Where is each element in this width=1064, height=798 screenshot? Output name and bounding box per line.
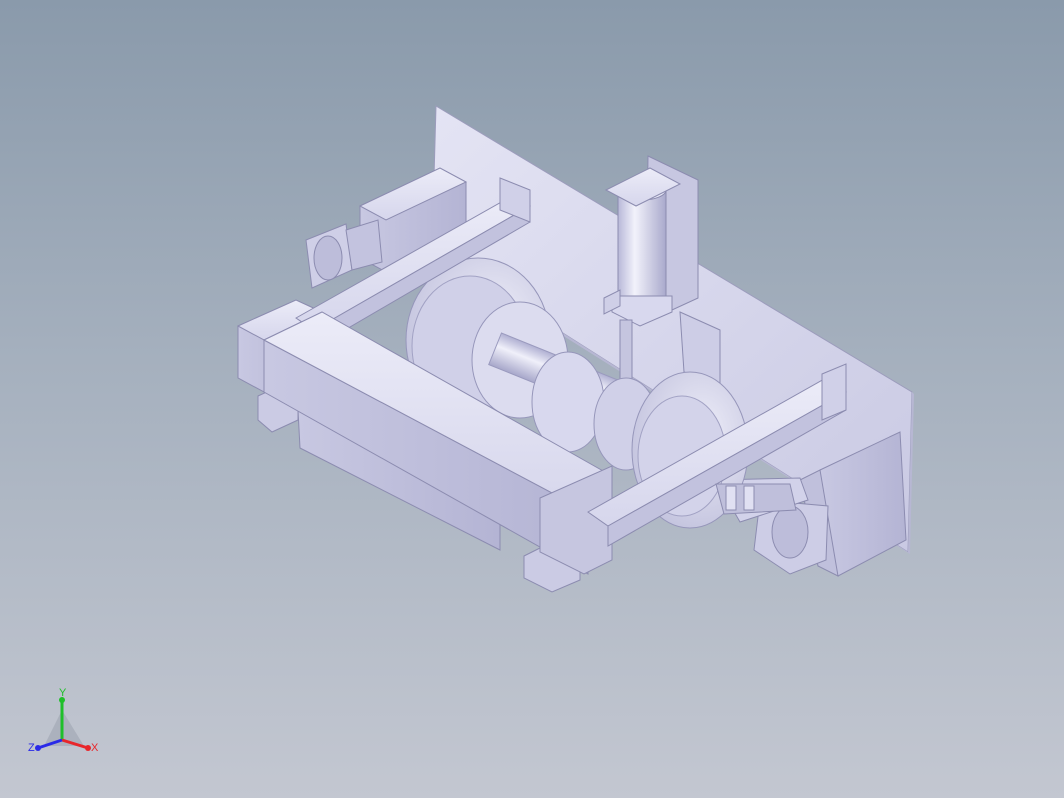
cad-viewport[interactable]: Y X Z (0, 0, 1064, 798)
x-axis-label: X (91, 742, 99, 754)
shaft-coupling (715, 483, 797, 515)
y-axis-label: Y (59, 687, 67, 699)
axis-triad[interactable]: Y X Z (22, 680, 112, 760)
z-axis-label: Z (28, 742, 35, 754)
wheelset-assembly-model[interactable] (0, 0, 1064, 798)
z-axis-tip (35, 745, 41, 751)
